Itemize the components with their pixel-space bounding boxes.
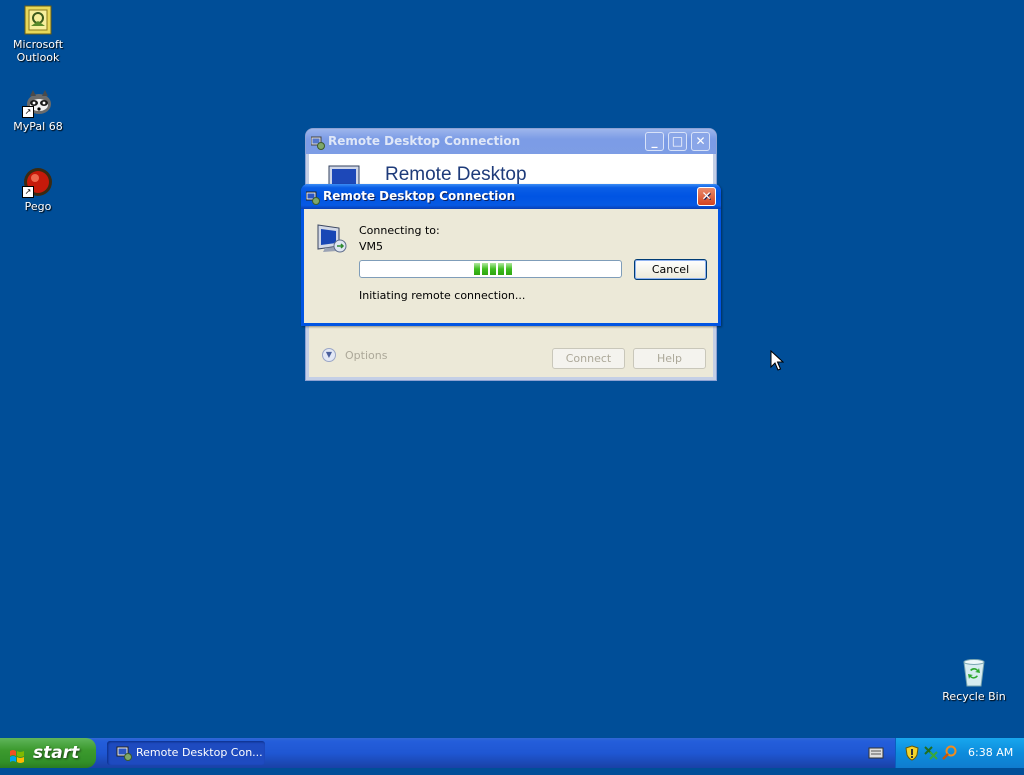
- remote-desktop-icon: [116, 745, 132, 761]
- taskbar: start Remote Desktop Con... 6:38 AM: [0, 738, 1024, 768]
- security-shield-icon[interactable]: [904, 745, 920, 761]
- remote-computer-icon: [317, 224, 347, 253]
- search-icon[interactable]: [942, 745, 958, 761]
- recycle-bin-icon: [958, 656, 990, 688]
- progress-block: [506, 263, 512, 275]
- status-text: Initiating remote connection...: [359, 289, 526, 302]
- dialog-titlebar[interactable]: Remote Desktop Connection ✕: [301, 184, 721, 209]
- desktop-icon-label: MyPal 68: [13, 120, 63, 133]
- network-icon[interactable]: [923, 745, 939, 761]
- desktop-icon-label: Recycle Bin: [942, 690, 1006, 703]
- chevron-down-icon[interactable]: ▼: [322, 348, 336, 362]
- outlook-icon: [22, 4, 54, 36]
- connecting-dialog[interactable]: Remote Desktop Connection ✕ Connecting t…: [301, 184, 721, 326]
- taskbar-item-label: Remote Desktop Con...: [136, 746, 263, 759]
- desktop-icon-label: Microsoft: [12, 38, 64, 51]
- progress-block: [474, 263, 480, 275]
- desktop-icon-label: Pego: [24, 200, 52, 213]
- shortcut-arrow-icon: ↗: [22, 186, 34, 198]
- close-button[interactable]: ✕: [697, 187, 716, 206]
- desktop-icon-label: Outlook: [16, 51, 60, 64]
- banner-title: Remote Desktop: [385, 164, 527, 185]
- mypal-icon: ↗: [22, 86, 54, 118]
- progress-block: [498, 263, 504, 275]
- window-titlebar[interactable]: Remote Desktop Connection _ □ ✕: [306, 129, 716, 154]
- pego-icon: ↗: [22, 166, 54, 198]
- dialog-title: Remote Desktop Connection: [323, 189, 516, 203]
- host-name: VM5: [359, 240, 384, 253]
- button-bar: ▼ Options Connect Help: [309, 329, 713, 377]
- remote-desktop-icon: [305, 189, 320, 205]
- desktop-icon-outlook[interactable]: Microsoft Outlook: [0, 4, 76, 64]
- taskbar-item-remote-desktop[interactable]: Remote Desktop Con...: [107, 741, 265, 765]
- remote-desktop-icon: [310, 134, 325, 150]
- cancel-button[interactable]: Cancel: [634, 259, 707, 280]
- start-button[interactable]: start: [0, 738, 96, 768]
- start-label: start: [33, 743, 80, 763]
- minimize-button[interactable]: _: [645, 132, 664, 151]
- connect-button[interactable]: Connect: [552, 348, 625, 369]
- desktop-icon-pego[interactable]: ↗ Pego: [0, 166, 76, 213]
- window-title: Remote Desktop Connection: [328, 134, 521, 148]
- keyboard-icon[interactable]: [868, 746, 884, 760]
- progress-block: [490, 263, 496, 275]
- progress-block: [482, 263, 488, 275]
- system-tray: 6:38 AM: [895, 738, 1024, 768]
- connecting-label: Connecting to:: [359, 224, 440, 237]
- desktop-icon-mypal[interactable]: ↗ MyPal 68: [0, 86, 76, 133]
- maximize-button[interactable]: □: [668, 132, 687, 151]
- options-label[interactable]: Options: [345, 349, 387, 362]
- clock[interactable]: 6:38 AM: [968, 738, 1013, 768]
- connection-progress-bar: [359, 260, 622, 278]
- shortcut-arrow-icon: ↗: [22, 106, 34, 118]
- mouse-cursor-icon: [770, 350, 784, 371]
- windows-logo-icon: [9, 745, 25, 763]
- dialog-body: Connecting to: VM5 Cancel Initiating rem…: [304, 209, 718, 323]
- desktop-icon-recycle-bin[interactable]: Recycle Bin: [936, 656, 1012, 703]
- help-button[interactable]: Help: [633, 348, 706, 369]
- close-button[interactable]: ✕: [691, 132, 710, 151]
